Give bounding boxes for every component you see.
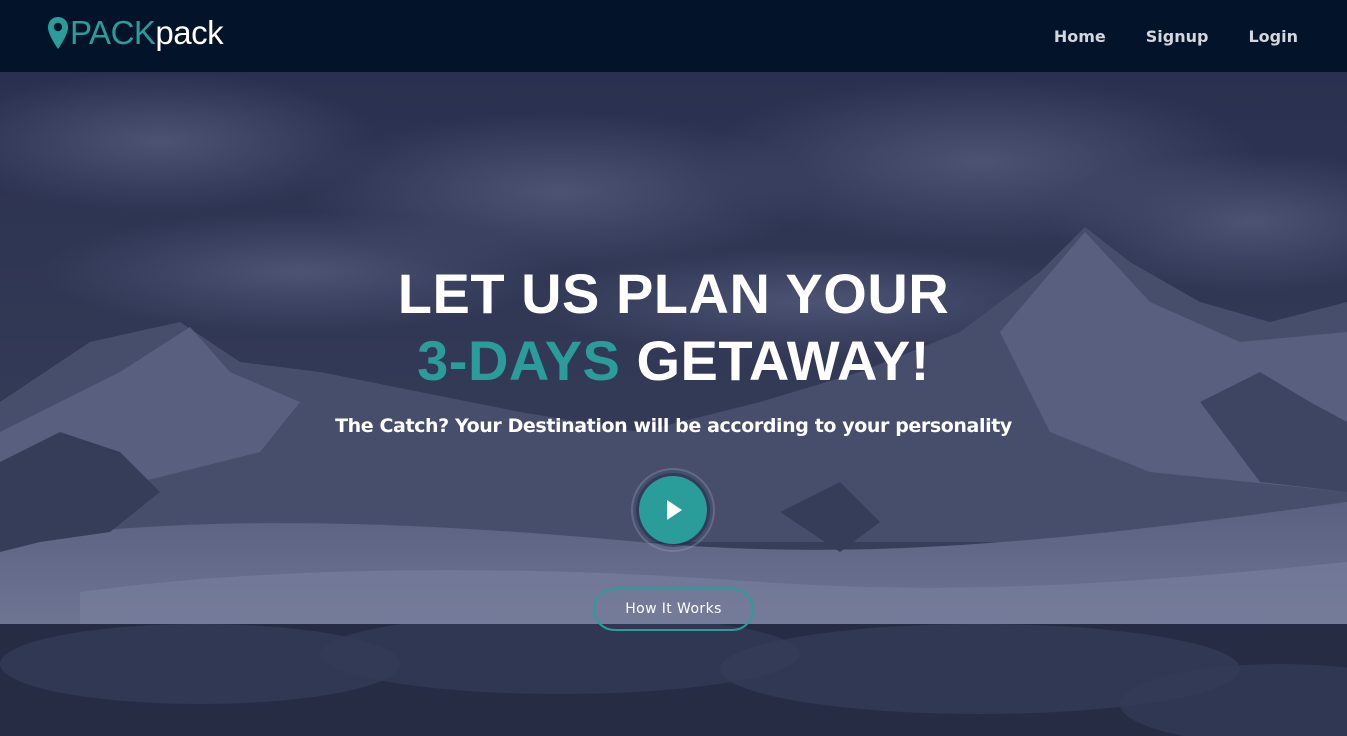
brand-name-strong: PACK [70, 14, 156, 51]
play-icon [667, 500, 682, 520]
hero-subtitle: The Catch? Your Destination will be acco… [335, 415, 1012, 437]
nav-signup-link[interactable]: Signup [1146, 27, 1209, 46]
hero-section: LET US PLAN YOUR 3-DAYS GETAWAY! The Cat… [0, 72, 1347, 632]
landing-page: PACKpack Home Signup Login LET US PLAN Y… [0, 0, 1347, 736]
hero-headline: LET US PLAN YOUR 3-DAYS GETAWAY! [0, 260, 1347, 394]
location-pin-icon [48, 17, 68, 49]
brand-name: PACKpack [70, 13, 224, 53]
brand-name-light: pack [155, 14, 224, 51]
nav-links: Home Signup Login [1014, 0, 1298, 72]
nav-login-link[interactable]: Login [1248, 27, 1298, 46]
how-it-works-button[interactable]: How It Works [593, 588, 754, 631]
lower-background-band [0, 614, 1347, 736]
top-navbar: PACKpack Home Signup Login [0, 0, 1347, 72]
video-play-control [631, 468, 715, 552]
play-video-button[interactable] [639, 476, 707, 544]
nav-home-link[interactable]: Home [1054, 27, 1106, 46]
headline-line-2: GETAWAY! [620, 329, 930, 392]
headline-accent: 3-DAYS [417, 329, 621, 392]
brand-logo[interactable]: PACKpack [47, 13, 224, 53]
headline-line-1: LET US PLAN YOUR [397, 262, 950, 325]
